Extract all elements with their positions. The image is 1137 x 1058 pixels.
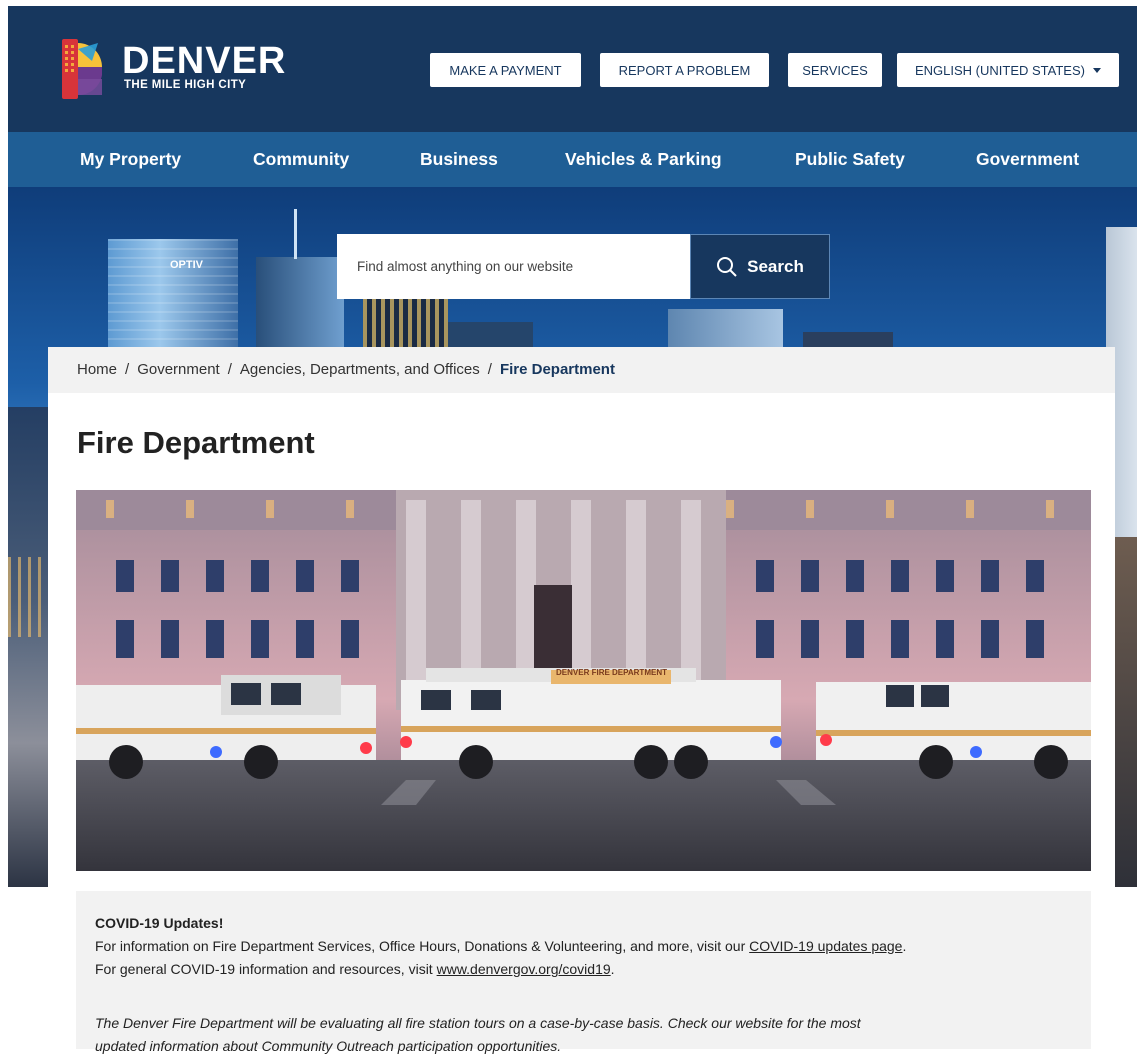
report-problem-button[interactable]: REPORT A PROBLEM: [600, 53, 769, 87]
covid-updates-link[interactable]: COVID-19 updates page: [749, 938, 902, 954]
breadcrumb-separator: /: [487, 361, 492, 378]
breadcrumb-separator: /: [227, 361, 232, 378]
covid-notice-line2-end: .: [610, 961, 615, 977]
covid-notice-line2: For general COVID-19 information and res…: [95, 958, 615, 981]
search-button-label: Search: [747, 256, 804, 276]
building-sign: OPTIV: [170, 259, 204, 271]
breadcrumb-government[interactable]: Government: [137, 361, 220, 378]
chevron-down-icon: [1092, 67, 1101, 73]
language-select[interactable]: ENGLISH (UNITED STATES): [897, 53, 1119, 87]
tours-notice-line2: updated information about Community Outr…: [95, 1038, 562, 1054]
nav-government[interactable]: Government: [976, 132, 1079, 187]
services-button[interactable]: SERVICES: [788, 53, 882, 87]
search-icon: [717, 256, 737, 277]
nav-public-safety[interactable]: Public Safety: [795, 132, 905, 187]
page-title: Fire Department: [77, 425, 315, 460]
covid-notice-line1-end: .: [902, 938, 907, 954]
logo-tagline: THE MILE HIGH CITY: [124, 79, 247, 91]
covid-notice-line1: For information on Fire Department Servi…: [95, 935, 906, 958]
skyline-left-edge: [8, 407, 50, 887]
breadcrumb-agencies[interactable]: Agencies, Departments, and Offices: [240, 361, 480, 378]
breadcrumb: Home / Government / Agencies, Departments, a…: [77, 361, 615, 378]
breadcrumb-separator: /: [125, 361, 130, 378]
nav-community[interactable]: Community: [253, 132, 349, 187]
language-select-value: ENGLISH (UNITED STATES): [915, 62, 1085, 78]
search-input[interactable]: [337, 234, 690, 299]
denver-logo-icon[interactable]: [62, 39, 103, 99]
nav-business[interactable]: Business: [420, 132, 498, 187]
building-spire: [294, 209, 297, 259]
covid19-resources-link[interactable]: www.denvergov.org/covid19: [437, 961, 611, 977]
covid-notice-heading: COVID-19 Updates!: [95, 915, 224, 931]
tours-notice-line1: The Denver Fire Department will be evalu…: [95, 1015, 861, 1031]
city-lights: [8, 557, 50, 637]
truck-sign: DENVER FIRE DEPARTMENT: [556, 668, 667, 677]
logo-wordmark[interactable]: DENVER: [122, 42, 286, 80]
search-button[interactable]: Search: [690, 234, 830, 299]
covid-notice-line1-text: For information on Fire Department Servi…: [95, 938, 750, 954]
nav-vehicles-parking[interactable]: Vehicles & Parking: [565, 132, 722, 187]
make-payment-button[interactable]: MAKE A PAYMENT: [430, 53, 581, 87]
fire-department-photo: DENVER FIRE DEPARTMENT: [76, 490, 1091, 871]
breadcrumb-current: Fire Department: [499, 361, 615, 378]
nav-my-property[interactable]: My Property: [80, 132, 181, 187]
breadcrumb-home[interactable]: Home: [77, 361, 117, 378]
covid-notice-line2-text: For general COVID-19 information and res…: [95, 961, 437, 977]
